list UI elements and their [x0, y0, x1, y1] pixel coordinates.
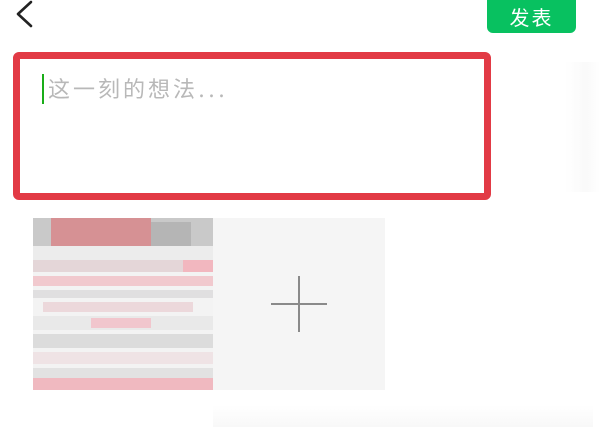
add-photo-button[interactable] — [213, 218, 385, 390]
bottom-divider — [213, 405, 593, 427]
publish-button[interactable]: 发表 — [487, 0, 576, 33]
photo-block — [33, 290, 213, 298]
photo-block — [91, 318, 151, 328]
text-caret — [42, 74, 44, 104]
photo-block — [33, 368, 213, 378]
post-text-area[interactable] — [13, 52, 491, 200]
back-button[interactable] — [14, 0, 48, 30]
selected-photo-thumbnail[interactable] — [33, 218, 213, 390]
photo-block — [33, 334, 213, 348]
photo-block — [33, 276, 213, 286]
photo-block — [33, 352, 213, 364]
chevron-left-icon — [16, 0, 33, 28]
photo-block — [183, 260, 213, 272]
photo-block — [43, 302, 193, 312]
photo-block — [151, 222, 191, 246]
moments-compose-screen: 发表 — [0, 0, 600, 427]
plus-icon — [271, 276, 327, 332]
photo-block — [33, 246, 213, 260]
photo-block — [33, 378, 213, 390]
background-shadow — [565, 62, 600, 192]
post-text-input[interactable] — [48, 72, 468, 110]
photo-block — [51, 218, 151, 246]
